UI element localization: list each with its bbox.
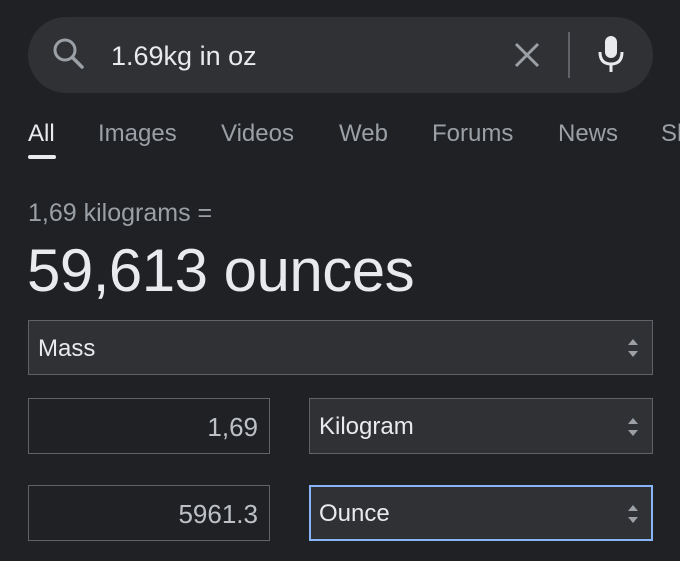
- select-arrows-icon: [628, 505, 638, 523]
- to-unit-label: Ounce: [319, 500, 390, 527]
- category-select-label: Mass: [38, 335, 96, 362]
- select-arrows-icon: [628, 418, 638, 436]
- category-select[interactable]: Mass: [28, 320, 653, 375]
- conversion-result: 59,613 ounces: [27, 237, 415, 304]
- mic-icon[interactable]: [596, 34, 626, 76]
- tab-web[interactable]: Web: [339, 118, 388, 150]
- to-unit-select[interactable]: Ounce: [309, 485, 653, 541]
- conversion-input-text: 1,69 kilograms =: [28, 199, 213, 227]
- tab-all[interactable]: All: [28, 118, 55, 150]
- tab-forums[interactable]: Forums: [432, 118, 513, 150]
- from-value: 1,69: [207, 412, 258, 442]
- page: 1.69kg in oz All Images Videos Web Forum…: [0, 0, 680, 561]
- from-unit-select[interactable]: Kilogram: [309, 398, 653, 454]
- tab-news[interactable]: News: [558, 118, 618, 150]
- from-unit-label: Kilogram: [319, 413, 414, 440]
- tab-videos[interactable]: Videos: [221, 118, 294, 150]
- search-input[interactable]: 1.69kg in oz: [111, 40, 257, 72]
- search-icon[interactable]: [52, 37, 86, 71]
- select-arrows-icon: [628, 339, 638, 357]
- to-value: 5961.3: [178, 499, 258, 529]
- tab-shopping[interactable]: Sh: [661, 118, 680, 150]
- search-tabs: All Images Videos Web Forums News Sh: [0, 118, 680, 160]
- active-tab-indicator: [28, 155, 56, 159]
- clear-icon[interactable]: [510, 38, 544, 72]
- to-value-input[interactable]: 5961.3: [28, 485, 270, 541]
- search-divider: [568, 32, 570, 78]
- from-value-input[interactable]: 1,69: [28, 398, 270, 454]
- tab-images[interactable]: Images: [98, 118, 177, 150]
